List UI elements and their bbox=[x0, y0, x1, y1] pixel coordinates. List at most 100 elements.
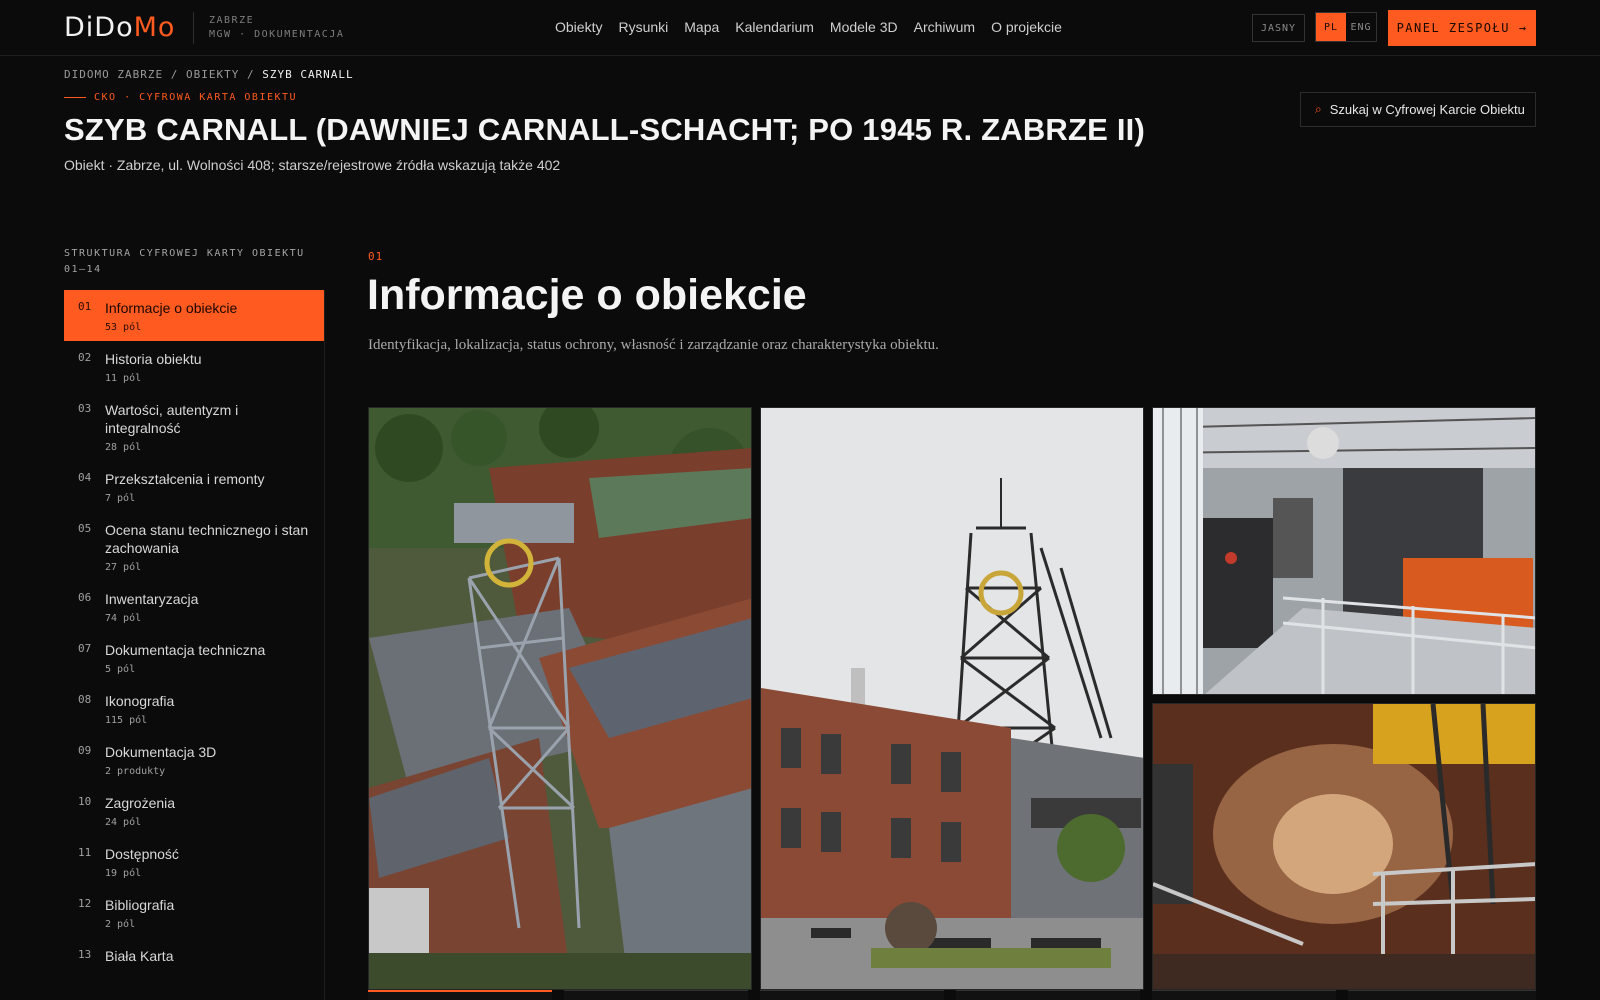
breadcrumb-current: SZYB CARNALL bbox=[262, 68, 354, 81]
sidebar-item-zagrozenia[interactable]: 10 Zagrożenia 24 pól bbox=[64, 785, 324, 836]
sidebar-item-number: 09 bbox=[78, 744, 92, 757]
sidebar-item-count: 53 pól bbox=[105, 322, 142, 333]
sidebar-item-number: 13 bbox=[78, 948, 92, 961]
sidebar-item-label: Dostępność bbox=[105, 846, 179, 862]
top-navigation-bar: DiDoMo ZABRZE MGW · DOKUMENTACJA Obiekty… bbox=[0, 0, 1600, 56]
logo-subtitle: ZABRZE MGW · DOKUMENTACJA bbox=[209, 14, 344, 42]
sidebar-item-count: 7 pól bbox=[105, 493, 136, 504]
object-search-button[interactable]: ⌕ Szukaj w Cyfrowej Karcie Obiektu bbox=[1300, 92, 1536, 127]
section-number: 01 bbox=[368, 250, 384, 263]
breadcrumb-section[interactable]: OBIEKTY bbox=[186, 68, 239, 81]
sidebar-item-count: 28 pól bbox=[105, 442, 142, 453]
nav-rysunki[interactable]: Rysunki bbox=[618, 19, 668, 35]
sidebar-item-label: Biała Karta bbox=[105, 948, 174, 964]
photo-machine-hall[interactable] bbox=[1152, 407, 1536, 695]
logo-subtitle-line2: MGW · DOKUMENTACJA bbox=[209, 29, 345, 40]
sidebar-item-label: Bibliografia bbox=[105, 897, 175, 913]
sidebar-item-number: 07 bbox=[78, 642, 92, 655]
logo-subtitle-line1: ZABRZE bbox=[209, 15, 255, 26]
sidebar-heading-line1: STRUKTURA CYFROWEJ KARTY OBIEKTU bbox=[64, 248, 305, 259]
section-description: Identyfikacja, lokalizacja, status ochro… bbox=[368, 337, 939, 353]
sidebar-item-label: Inwentaryzacja bbox=[105, 591, 199, 607]
sidebar-item-label: Dokumentacja 3D bbox=[105, 744, 217, 760]
section-title: Informacje o obiekcie bbox=[367, 271, 807, 319]
sidebar-item-label: Dokumentacja techniczna bbox=[105, 642, 266, 658]
sidebar-item-number: 06 bbox=[78, 591, 92, 604]
sidebar-item-wartosci[interactable]: 03 Wartości, autentyzm i integralność 28… bbox=[64, 392, 324, 461]
logo-accent-text: Mo bbox=[133, 12, 176, 43]
sidebar-item-label: Ikonografia bbox=[105, 693, 175, 709]
sidebar-item-count: 5 pól bbox=[105, 664, 136, 675]
sidebar-item-przeksztalcenia[interactable]: 04 Przekształcenia i remonty 7 pól bbox=[64, 461, 324, 512]
nav-modele-3d[interactable]: Modele 3D bbox=[830, 19, 898, 35]
theme-toggle-button[interactable]: JASNY bbox=[1252, 14, 1305, 42]
breadcrumb: DIDOMO ZABRZE / OBIEKTY / SZYB CARNALL bbox=[64, 68, 354, 81]
search-icon: ⌕ bbox=[1315, 102, 1322, 116]
sidebar-item-number: 11 bbox=[78, 846, 92, 859]
main-nav: Obiekty Rysunki Mapa Kalendarium Modele … bbox=[555, 19, 1062, 35]
brick-corridor-image bbox=[1153, 704, 1535, 989]
headframe-courtyard-image bbox=[761, 408, 1143, 989]
logo[interactable]: DiDoMo bbox=[64, 12, 175, 43]
sidebar-nav: 01 Informacje o obiekcie 53 pól 02 Histo… bbox=[64, 290, 325, 1000]
page-subtitle: Obiekt · Zabrze, ul. Wolności 408; stars… bbox=[64, 157, 561, 173]
page-eyebrow: CKO · CYFROWA KARTA OBIEKTU bbox=[64, 92, 297, 103]
lang-pl-button[interactable]: PL bbox=[1316, 13, 1346, 41]
sidebar-item-number: 03 bbox=[78, 402, 92, 415]
sidebar-item-label: Zagrożenia bbox=[105, 795, 176, 811]
sidebar-item-label: Ocena stanu technicznego i stan zachowan… bbox=[105, 522, 309, 556]
nav-archiwum[interactable]: Archiwum bbox=[914, 19, 975, 35]
nav-o-projekcie[interactable]: O projekcie bbox=[991, 19, 1062, 35]
team-panel-button[interactable]: PANEL ZESPOŁU → bbox=[1388, 10, 1536, 46]
language-switch: PL ENG bbox=[1315, 12, 1377, 42]
breadcrumb-home[interactable]: DIDOMO ZABRZE bbox=[64, 68, 163, 81]
sidebar-item-count: 2 pól bbox=[105, 919, 136, 930]
page-title: SZYB CARNALL (DAWNIEJ CARNALL-SCHACHT; P… bbox=[64, 112, 1145, 147]
logo-text: DiDo bbox=[64, 12, 134, 43]
eyebrow-line bbox=[64, 97, 86, 98]
sidebar-item-count: 24 pól bbox=[105, 817, 142, 828]
sidebar-item-inwentaryzacja[interactable]: 06 Inwentaryzacja 74 pól bbox=[64, 581, 324, 632]
nav-kalendarium[interactable]: Kalendarium bbox=[735, 19, 814, 35]
sidebar-item-count: 74 pól bbox=[105, 613, 142, 624]
sidebar-item-dokumentacja-3d[interactable]: 09 Dokumentacja 3D 2 produkty bbox=[64, 734, 324, 785]
thumbnail-4[interactable] bbox=[956, 990, 1140, 1000]
thumbnail-1[interactable] bbox=[368, 990, 552, 1000]
sidebar-item-label: Przekształcenia i remonty bbox=[105, 471, 265, 487]
object-search-label: Szukaj w Cyfrowej Karcie Obiektu bbox=[1329, 102, 1525, 117]
sidebar-item-historia[interactable]: 02 Historia obiektu 11 pól bbox=[64, 341, 324, 392]
sidebar-item-ocena-stanu[interactable]: 05 Ocena stanu technicznego i stan zacho… bbox=[64, 512, 324, 581]
sidebar-item-label: Wartości, autentyzm i integralność bbox=[105, 402, 239, 436]
breadcrumb-separator: / bbox=[246, 68, 255, 81]
sidebar-item-count: 27 pól bbox=[105, 562, 142, 573]
sidebar-item-ikonografia[interactable]: 08 Ikonografia 115 pól bbox=[64, 683, 324, 734]
photo-headframe-courtyard[interactable] bbox=[760, 407, 1144, 990]
sidebar-item-label: Informacje o obiekcie bbox=[105, 300, 238, 316]
sidebar-item-dokumentacja-techniczna[interactable]: 07 Dokumentacja techniczna 5 pól bbox=[64, 632, 324, 683]
aerial-headframe-image bbox=[369, 408, 751, 989]
sidebar-item-number: 05 bbox=[78, 522, 92, 535]
photo-brick-corridor[interactable] bbox=[1152, 703, 1536, 990]
sidebar-item-number: 12 bbox=[78, 897, 92, 910]
sidebar-item-number: 04 bbox=[78, 471, 92, 484]
lang-eng-button[interactable]: ENG bbox=[1346, 13, 1376, 41]
sidebar-item-dostepnosc[interactable]: 11 Dostępność 19 pól bbox=[64, 836, 324, 887]
thumbnail-3[interactable] bbox=[760, 990, 944, 1000]
sidebar-item-number: 08 bbox=[78, 693, 92, 706]
sidebar-item-bibliografia[interactable]: 12 Bibliografia 2 pól bbox=[64, 887, 324, 938]
sidebar-item-label: Historia obiektu bbox=[105, 351, 202, 367]
logo-divider bbox=[193, 12, 194, 44]
thumbnail-2[interactable] bbox=[564, 990, 748, 1000]
photo-aerial-headframe[interactable] bbox=[368, 407, 752, 990]
nav-obiekty[interactable]: Obiekty bbox=[555, 19, 602, 35]
sidebar-item-count: 115 pól bbox=[105, 715, 148, 726]
sidebar-heading-line2: 01–14 bbox=[64, 264, 102, 275]
sidebar-item-biala-karta[interactable]: 13 Biała Karta bbox=[64, 938, 324, 973]
breadcrumb-separator: / bbox=[170, 68, 179, 81]
sidebar-item-informacje[interactable]: 01 Informacje o obiekcie 53 pól bbox=[64, 290, 324, 341]
nav-mapa[interactable]: Mapa bbox=[684, 19, 719, 35]
thumbnail-5[interactable] bbox=[1152, 990, 1336, 1000]
sidebar-item-number: 02 bbox=[78, 351, 92, 364]
sidebar-item-count: 19 pól bbox=[105, 868, 142, 879]
thumbnail-6[interactable] bbox=[1348, 990, 1536, 1000]
